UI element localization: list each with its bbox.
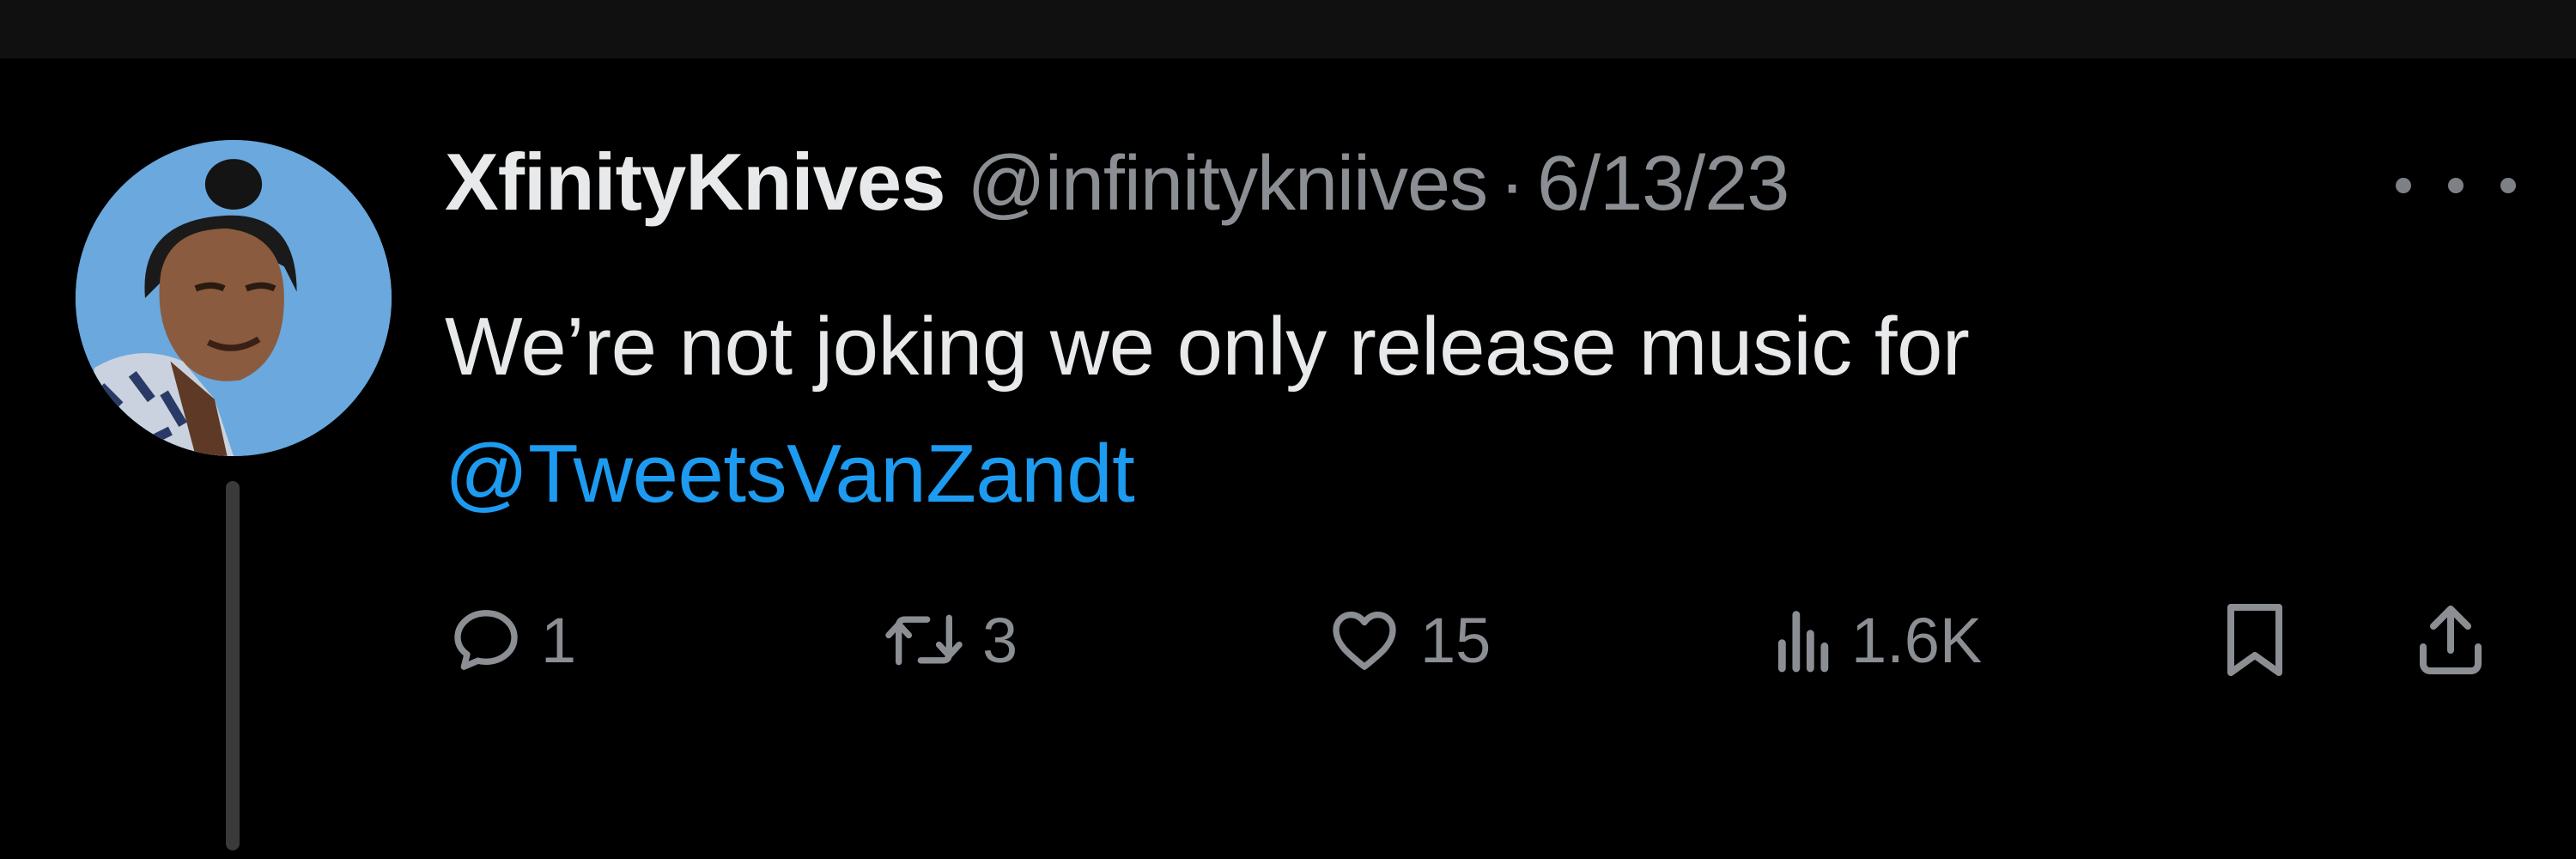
separator-dot: · bbox=[1499, 141, 1526, 227]
avatar-image bbox=[76, 140, 392, 456]
more-dot bbox=[2396, 178, 2411, 193]
retweet-icon bbox=[885, 614, 963, 666]
share-button[interactable] bbox=[2409, 593, 2492, 687]
reply-button[interactable]: 1 bbox=[448, 593, 576, 687]
more-icon[interactable] bbox=[2396, 161, 2516, 210]
tweet-date[interactable]: 6/13/23 bbox=[1537, 140, 1789, 228]
mention-link[interactable]: @TweetsVanZandt bbox=[445, 428, 1135, 520]
bookmark-icon bbox=[2227, 604, 2282, 676]
top-bar bbox=[0, 0, 2576, 58]
retweet-button[interactable]: 3 bbox=[883, 593, 1018, 687]
action-bar: 1 3 15 1.6K bbox=[0, 593, 2576, 687]
heart-icon bbox=[1333, 612, 1396, 670]
view-count: 1.6K bbox=[1851, 604, 1983, 676]
tweet-text-line: We’re not joking we only release music f… bbox=[445, 301, 1970, 393]
views-icon bbox=[1777, 611, 1829, 673]
like-count: 15 bbox=[1420, 604, 1492, 676]
views-button[interactable]: 1.6K bbox=[1774, 593, 1982, 687]
more-dot bbox=[2500, 178, 2516, 193]
tweet-header: XfinityKnives @infinitykniives · 6/13/23 bbox=[445, 136, 1789, 239]
display-name[interactable]: XfinityKnives bbox=[445, 136, 945, 228]
avatar[interactable] bbox=[76, 140, 392, 456]
reply-icon bbox=[454, 610, 518, 670]
bookmark-button[interactable] bbox=[2217, 593, 2293, 687]
reply-count: 1 bbox=[541, 604, 577, 676]
tweet-text: We’re not joking we only release music f… bbox=[445, 283, 2523, 538]
share-icon bbox=[2420, 606, 2482, 674]
like-button[interactable]: 15 bbox=[1326, 593, 1491, 687]
retweet-count: 3 bbox=[982, 604, 1018, 676]
user-handle[interactable]: @infinitykniives bbox=[968, 140, 1489, 228]
more-dot bbox=[2448, 178, 2464, 193]
